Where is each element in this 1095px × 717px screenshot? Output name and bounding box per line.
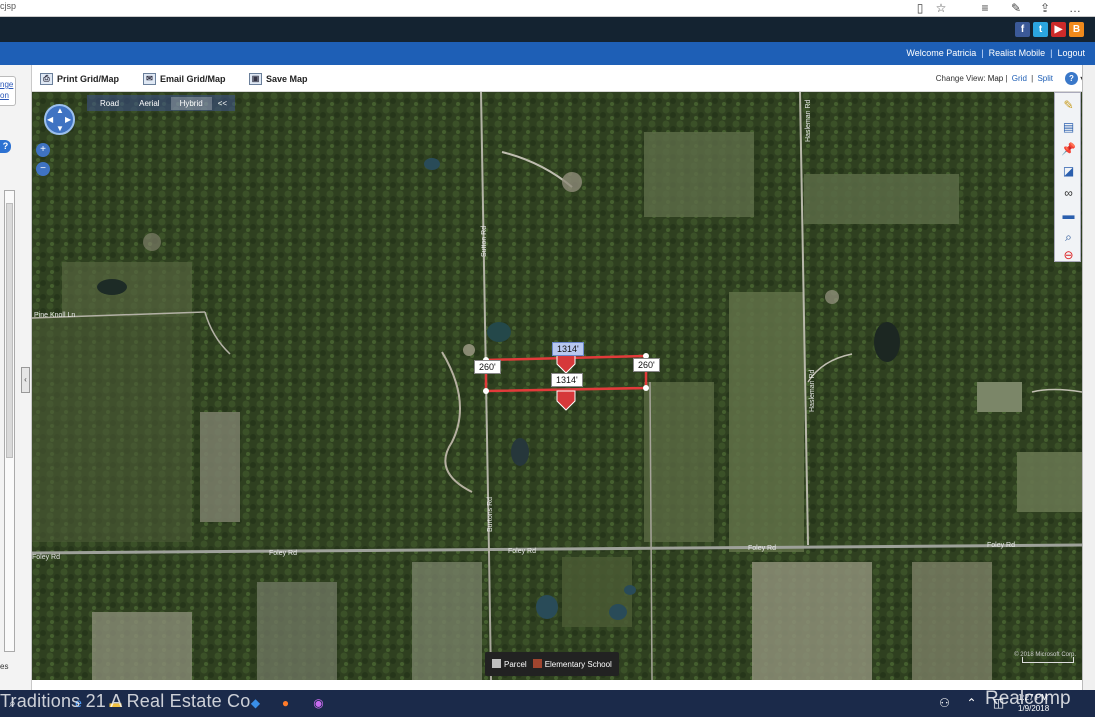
tab-aerial[interactable]: Aerial xyxy=(130,97,168,110)
save-label: Save Map xyxy=(266,74,308,84)
road-label-foley-1: Foley Rd xyxy=(32,554,61,561)
road-label-hasleman-lower: Hasleman Rd xyxy=(809,369,816,412)
legend-parcel-label: Parcel xyxy=(504,660,527,669)
pan-left-icon[interactable]: ◀ xyxy=(47,116,53,124)
left-panel-box: nge on xyxy=(0,76,16,106)
twitter-icon[interactable]: t xyxy=(1033,22,1048,37)
right-edge-panel xyxy=(1082,65,1095,690)
left-scrollbar[interactable] xyxy=(4,190,15,652)
change-link[interactable]: nge xyxy=(0,80,13,89)
pan-down-icon[interactable]: ▼ xyxy=(56,125,64,133)
pan-up-icon[interactable]: ▲ xyxy=(56,107,64,115)
legend-parcel: Parcel xyxy=(492,659,527,669)
zoom-in-button[interactable]: + xyxy=(36,143,50,157)
tray-chevron-icon[interactable]: ⌃ xyxy=(963,695,980,712)
save-icon: ▣ xyxy=(249,73,262,85)
share-icon[interactable]: ⇪ xyxy=(1038,1,1052,15)
map-tools-panel: ✎ ▤ 📌 ◪ ∞ ▬ ⌕ ⊖ xyxy=(1054,92,1081,262)
user-bar: Welcome Patricia | Realist Mobile | Logout xyxy=(0,42,1095,65)
save-map-button[interactable]: ▣ Save Map xyxy=(249,72,308,86)
zoom-out-button[interactable]: − xyxy=(36,162,50,176)
dimension-left: 260' xyxy=(474,360,501,374)
magnifier-icon[interactable]: ⌕ xyxy=(1060,229,1077,245)
road-label-hasleman-upper: Hasleman Rd xyxy=(805,99,812,142)
view-split-link[interactable]: Split xyxy=(1037,74,1053,83)
notes-icon[interactable]: ✎ xyxy=(1009,1,1023,15)
dimension-bottom: 1314' xyxy=(551,373,583,387)
watermark-left: Traditions 21 A Real Estate Co xyxy=(0,691,251,711)
email-grid-map-button[interactable]: ✉ Email Grid/Map xyxy=(143,72,226,86)
facebook-icon[interactable]: f xyxy=(1015,22,1030,37)
collapse-panel-button[interactable]: ‹ xyxy=(21,367,30,393)
site-header: f t ▶ B xyxy=(0,17,1095,42)
help-icon: ? xyxy=(1065,72,1078,85)
pin-icon[interactable]: 📌 xyxy=(1060,141,1077,157)
email-icon: ✉ xyxy=(143,73,156,85)
legend-school-label: Elementary School xyxy=(544,660,612,669)
road-label-foley-3: Foley Rd xyxy=(508,548,537,555)
road-label-pine-knoll: Pine Knoll Ln xyxy=(34,312,76,319)
logout-link[interactable]: Logout xyxy=(1057,48,1085,58)
printer-icon: ⎙ xyxy=(40,73,53,85)
scale-bar xyxy=(1022,657,1074,663)
scroll-thumb[interactable] xyxy=(6,203,13,458)
maps-icon[interactable]: ◉ xyxy=(310,695,327,712)
tab-hybrid[interactable]: Hybrid xyxy=(170,96,212,110)
pan-right-icon[interactable]: ▶ xyxy=(65,116,71,124)
road-label-foley-2: Foley Rd xyxy=(269,550,298,557)
more-icon[interactable]: … xyxy=(1068,1,1082,15)
stop-icon[interactable]: ⊖ xyxy=(1060,247,1077,263)
welcome-text: Welcome Patricia xyxy=(906,48,977,58)
help-icon[interactable]: ? xyxy=(0,140,11,153)
road-label-burtons: Burtons Rd xyxy=(487,496,494,532)
school-swatch xyxy=(532,659,542,668)
change-view-label: Change View: xyxy=(935,74,986,83)
watermark-right: Realcomp xyxy=(985,688,1071,709)
legend-school: Elementary School xyxy=(532,659,612,669)
dimension-right: 260' xyxy=(633,358,660,372)
road-label-foley-5: Foley Rd xyxy=(987,542,1016,549)
left-panel-text: es xyxy=(0,662,9,671)
email-label: Email Grid/Map xyxy=(160,74,226,84)
realist-mobile-link[interactable]: Realist Mobile xyxy=(989,48,1046,58)
address-url[interactable]: cjsp xyxy=(0,1,16,11)
left-search-panel: nge on ? ‹ es xyxy=(0,65,32,690)
change-view: Change View: Map | Grid | Split xyxy=(935,74,1053,83)
people-icon[interactable]: ⚇ xyxy=(936,695,953,712)
layers-icon[interactable]: ▤ xyxy=(1060,119,1077,135)
print-grid-map-button[interactable]: ⎙ Print Grid/Map xyxy=(40,72,119,86)
dimension-top: 1314' xyxy=(552,342,584,356)
view-grid-link[interactable]: Grid xyxy=(1012,74,1027,83)
parcel-swatch xyxy=(492,659,501,668)
binoculars-icon[interactable]: ∞ xyxy=(1060,185,1077,201)
car-icon[interactable]: ▬ xyxy=(1060,207,1077,223)
map-legend: Parcel Elementary School xyxy=(485,652,619,676)
map-type-tabs: Road Aerial Hybrid << xyxy=(87,95,236,111)
tab-road[interactable]: Road xyxy=(91,97,128,110)
collapse-tabs-button[interactable]: << xyxy=(214,97,231,110)
road-label-foley-4: Foley Rd xyxy=(748,545,777,552)
print-label: Print Grid/Map xyxy=(57,74,120,84)
pencil-icon[interactable]: ✎ xyxy=(1060,97,1077,113)
youtube-icon[interactable]: ▶ xyxy=(1051,22,1066,37)
hub-icon[interactable]: ≡ xyxy=(978,1,992,15)
browser-address-bar: cjsp ▯ ☆ ≡ ✎ ⇪ … xyxy=(0,0,1095,17)
road-label-sutton: Sutton Rd xyxy=(481,225,488,257)
option-link[interactable]: on xyxy=(0,91,9,100)
aerial-map[interactable]: Road Aerial Hybrid << ▲ ▼ ◀ ▶ + − Sutton… xyxy=(32,92,1082,680)
blogger-icon[interactable]: B xyxy=(1069,22,1084,37)
pan-control[interactable]: ▲ ▼ ◀ ▶ xyxy=(44,104,75,135)
map-toolbar: ⎙ Print Grid/Map ✉ Email Grid/Map ▣ Save Ma… xyxy=(32,65,1095,92)
favorite-star-icon[interactable]: ☆ xyxy=(934,1,948,15)
reading-view-icon[interactable]: ▯ xyxy=(913,1,927,15)
view-map-link[interactable]: Map xyxy=(988,74,1004,83)
firefox-icon[interactable]: ● xyxy=(277,695,294,712)
chart-icon[interactable]: ◪ xyxy=(1060,163,1077,179)
